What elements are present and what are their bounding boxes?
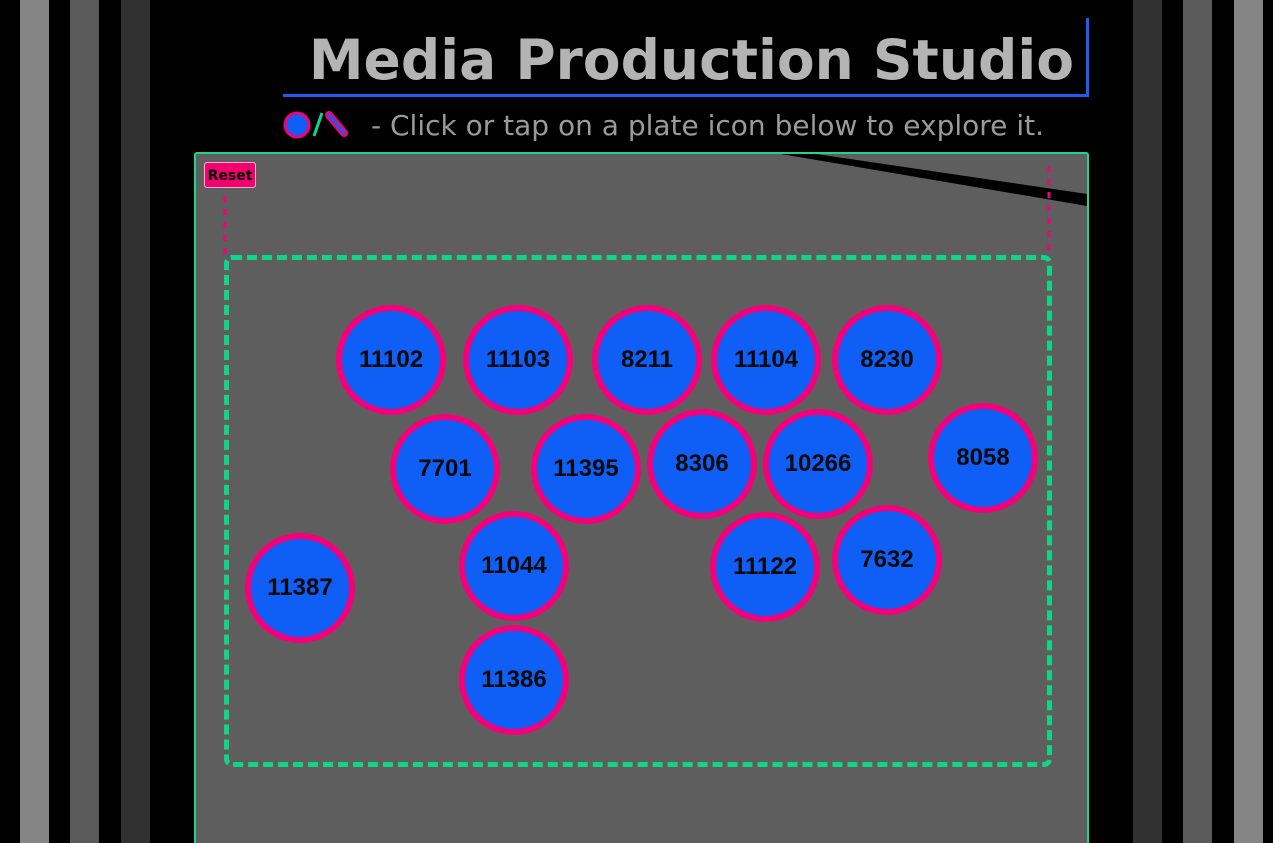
plate-label: 7632 — [860, 546, 914, 573]
plate-label: 8306 — [675, 450, 729, 477]
title-frame: Media Production Studio — [283, 18, 1089, 97]
plate-board: Reset 11102 11103 8211 11104 8230 7701 1… — [194, 152, 1089, 843]
plate-label: 11103 — [485, 346, 551, 373]
plate-button[interactable]: 11102 — [336, 305, 446, 415]
decor-stripe — [1234, 0, 1263, 843]
legend-icons — [283, 111, 348, 139]
plate-button[interactable]: 8211 — [592, 305, 702, 415]
corner-shadow — [781, 154, 1087, 206]
plate-circle-icon — [283, 111, 311, 139]
decor-stripe — [1183, 0, 1212, 843]
plate-button[interactable]: 7701 — [390, 414, 500, 524]
plate-button[interactable]: 11103 — [463, 305, 573, 415]
pill-icon-core — [327, 113, 346, 135]
plate-label: 11395 — [553, 455, 619, 482]
plate-label: 8211 — [620, 346, 674, 373]
plate-label: 11122 — [732, 553, 798, 580]
decor-stripe — [70, 0, 99, 843]
plate-button[interactable]: 10266 — [763, 409, 873, 519]
slash-icon — [312, 112, 324, 137]
page-title: Media Production Studio — [308, 28, 1074, 92]
plate-label: 11104 — [733, 346, 799, 373]
app-stage: Media Production Studio - Click or tap o… — [0, 0, 1273, 843]
plate-label: 10266 — [784, 450, 852, 477]
plate-button[interactable]: 8230 — [832, 305, 942, 415]
plate-label: 11387 — [267, 574, 333, 601]
plate-button[interactable]: 11104 — [711, 305, 821, 415]
plate-label: 8058 — [956, 444, 1010, 471]
legend-row: - Click or tap on a plate icon below to … — [283, 107, 1083, 147]
plate-button[interactable]: 11395 — [531, 414, 641, 524]
plate-button[interactable]: 11122 — [710, 512, 820, 622]
instruction-text: - Click or tap on a plate icon below to … — [371, 109, 1044, 142]
decor-stripe — [20, 0, 49, 843]
plate-button[interactable]: 11387 — [245, 533, 355, 643]
decor-stripe — [121, 0, 150, 843]
plate-button[interactable]: 11386 — [459, 625, 569, 735]
plate-label: 11386 — [481, 666, 547, 693]
decor-stripe — [1133, 0, 1162, 843]
plate-label: 11102 — [358, 346, 424, 373]
plate-label: 8230 — [860, 346, 914, 373]
plate-label: 11044 — [481, 552, 547, 579]
plate-label: 7701 — [418, 455, 472, 482]
plate-button[interactable]: 8058 — [928, 403, 1038, 513]
plate-button[interactable]: 11044 — [459, 511, 569, 621]
plate-button[interactable]: 8306 — [647, 409, 757, 519]
plate-button[interactable]: 7632 — [832, 505, 942, 615]
reset-button[interactable]: Reset — [204, 162, 256, 188]
